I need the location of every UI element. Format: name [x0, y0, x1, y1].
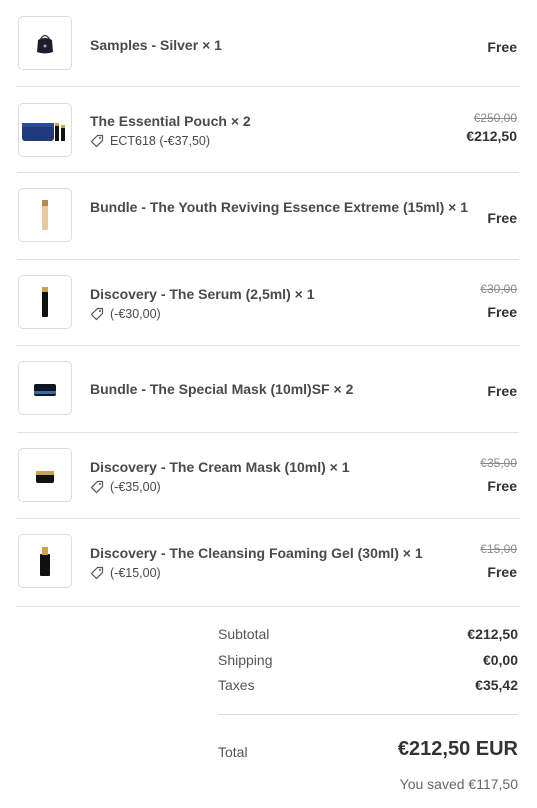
- product-thumbnail: [18, 188, 72, 242]
- bottle-icon: [42, 200, 48, 230]
- savings-text: You saved €117,50: [399, 776, 518, 792]
- subtotal-row: Subtotal €212,50: [218, 626, 518, 642]
- taxes-row: Taxes €35,42: [218, 677, 518, 693]
- subtotal-value: €212,50: [467, 626, 518, 642]
- tag-icon: [90, 307, 104, 321]
- order-summary: Subtotal €212,50 Shipping €0,00 Taxes €3…: [218, 0, 518, 808]
- cream-jar-icon: [36, 471, 54, 483]
- shipping-label: Shipping: [218, 652, 273, 668]
- summary-divider: [218, 714, 518, 715]
- gel-bottle-icon: [40, 547, 50, 576]
- serum-icon: [42, 287, 48, 317]
- product-thumbnail: [18, 448, 72, 502]
- mask-jar-icon: [34, 384, 56, 396]
- tag-icon: [90, 134, 104, 148]
- shipping-row: Shipping €0,00: [218, 652, 518, 668]
- total-value: €212,50 EUR: [397, 738, 518, 760]
- taxes-value: €35,42: [475, 677, 518, 693]
- total-row: Total €212,50 EUR: [218, 738, 518, 761]
- taxes-label: Taxes: [218, 677, 255, 693]
- product-thumbnail: [18, 534, 72, 588]
- total-label: Total: [218, 743, 248, 760]
- shipping-value: €0,00: [482, 652, 518, 668]
- kit-icon: [22, 123, 65, 141]
- product-thumbnail: [18, 275, 72, 329]
- subtotal-label: Subtotal: [218, 626, 270, 642]
- tag-icon: [90, 480, 104, 494]
- pouch-icon: [37, 34, 53, 54]
- product-thumbnail: [18, 16, 72, 70]
- tag-icon: [90, 566, 104, 580]
- savings-row: You saved €117,50: [218, 776, 518, 792]
- product-thumbnail: [18, 103, 72, 157]
- product-thumbnail: [18, 361, 72, 415]
